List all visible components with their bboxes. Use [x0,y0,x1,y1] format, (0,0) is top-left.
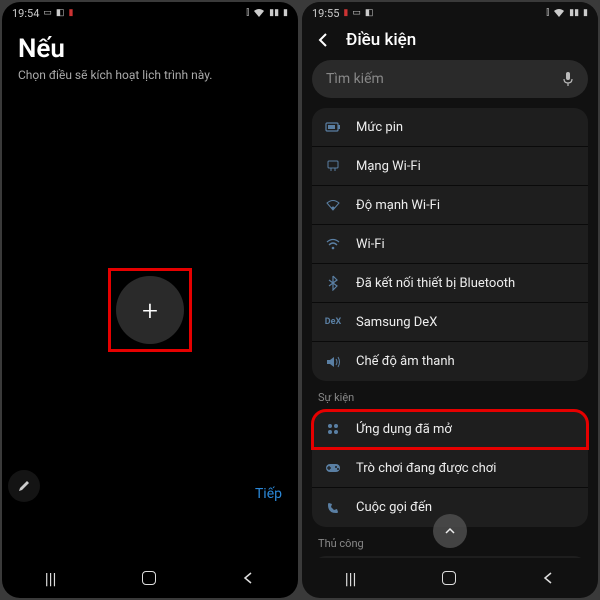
wifi-icon [253,8,265,18]
signal-icon: ▮▮ [269,8,279,18]
condition-game-playing[interactable]: Trò chơi đang được chơi [312,449,588,488]
page-subtitle: Chọn điều sẽ kích hoạt lịch trình này. [18,68,282,82]
condition-dex[interactable]: DeX Samsung DeX [312,303,588,342]
wifi-strength-icon [324,196,342,214]
condition-wifi-strength[interactable]: Độ mạnh Wi-Fi [312,186,588,225]
notification-icon: ◧ [56,8,65,18]
sound-icon [324,353,342,371]
navbar-right: ||| [302,558,598,598]
nav-recents[interactable]: ||| [45,569,57,588]
phone-left: 19:54 ▭ ◧ ▮ ⫿ ▮▮ ▮ Nếu Chọn điều sẽ kích… [2,2,298,598]
notification-icon: ▭ [352,8,361,18]
search-placeholder: Tìm kiếm [326,71,384,87]
item-label: Ứng dụng đã mở [356,422,452,437]
item-label: Wi-Fi [356,237,385,252]
dex-icon: DeX [324,313,342,331]
add-button[interactable]: + [116,276,184,344]
wifi-network-icon [324,157,342,175]
nav-home[interactable] [142,571,156,585]
body-left: + Tiếp [2,96,298,558]
battery-icon: ▮ [283,8,288,18]
navbar-left: ||| [2,558,298,598]
item-label: Chế độ âm thanh [356,354,455,369]
condition-wifi[interactable]: Wi-Fi [312,225,588,264]
notification-icon: ▮ [343,8,348,18]
phone-icon [324,499,342,517]
condition-battery[interactable]: Mức pin [312,108,588,147]
condition-bluetooth[interactable]: Đã kết nối thiết bị Bluetooth [312,264,588,303]
clock: 19:54 [12,7,39,20]
nav-back[interactable] [241,571,255,585]
bluetooth-icon [324,274,342,292]
nav-back[interactable] [541,571,555,585]
search-input[interactable]: Tìm kiếm [312,60,588,98]
signal-icon: ▮▮ [569,8,579,18]
wifi-icon [324,235,342,253]
plus-icon: + [142,294,158,327]
item-label: Mạng Wi-Fi [356,159,421,174]
notification-icon: ▭ [43,8,52,18]
header-block: Nếu Chọn điều sẽ kích hoạt lịch trình nà… [2,24,298,96]
back-button[interactable] [314,31,332,49]
nav-home[interactable] [442,571,456,585]
item-label: Đã kết nối thiết bị Bluetooth [356,276,515,291]
chevron-up-icon [443,524,457,538]
item-label: Mức pin [356,120,403,135]
battery-icon: ▮ [583,8,588,18]
wifi-icon [553,8,565,18]
item-label: Trò chơi đang được chơi [356,461,496,476]
battery-icon [324,118,342,136]
item-label: Samsung DeX [356,315,437,330]
header-title: Điều kiện [346,30,416,50]
gamepad-icon [324,459,342,477]
nav-recents[interactable]: ||| [345,569,357,588]
item-label: Độ mạnh Wi-Fi [356,198,440,213]
condition-list: Mức pin Mạng Wi-Fi Độ mạnh Wi-Fi Wi-Fi Đ… [302,108,598,558]
pencil-icon [17,479,31,493]
notification-icon: ▮ [68,8,73,18]
next-button[interactable]: Tiếp [255,486,282,502]
edit-button[interactable] [8,470,40,502]
header-row: Điều kiện [302,24,598,60]
condition-sound-mode[interactable]: Chế độ âm thanh [312,342,588,381]
vibrate-icon: ⫿ [246,8,249,18]
apps-icon [324,420,342,438]
vibrate-icon: ⫿ [546,8,549,18]
condition-start-button[interactable]: Đã chạm phím bắt đầu [312,556,588,558]
condition-wifi-network[interactable]: Mạng Wi-Fi [312,147,588,186]
notification-icon: ◧ [365,8,374,18]
statusbar-left: 19:54 ▭ ◧ ▮ ⫿ ▮▮ ▮ [2,2,298,24]
statusbar-right: 19:55 ▮ ▭ ◧ ⫿ ▮▮ ▮ [302,2,598,24]
page-title: Nếu [18,34,282,64]
phone-right: 19:55 ▮ ▭ ◧ ⫿ ▮▮ ▮ Điều kiện Tìm kiếm [302,2,598,598]
item-label: Cuộc gọi đến [356,500,432,515]
scroll-top-button[interactable] [433,514,467,548]
section-events: Sự kiện [312,389,588,410]
clock: 19:55 [312,7,339,20]
condition-app-opened[interactable]: Ứng dụng đã mở [312,410,588,449]
mic-icon[interactable] [562,71,574,87]
